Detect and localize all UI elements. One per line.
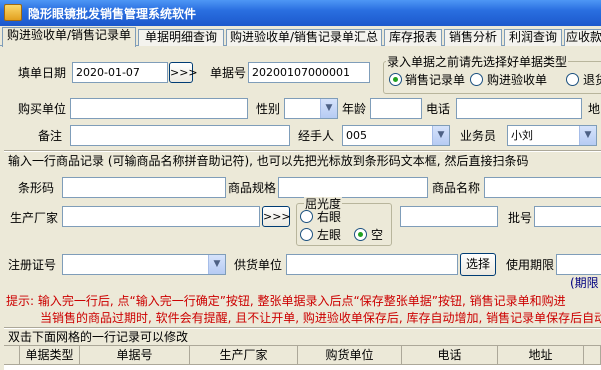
chevron-down-icon[interactable]: ▼: [208, 255, 225, 274]
spec-label: 商品规格: [228, 181, 277, 195]
chevron-down-icon[interactable]: ▼: [579, 126, 596, 145]
date-picker-button[interactable]: >>>: [169, 62, 198, 83]
radio-purchase-receipt[interactable]: [470, 73, 483, 86]
tab-purchase-sales-record[interactable]: 购进验收单/销售记录单: [2, 27, 136, 47]
docno-field[interactable]: 20200107000001: [248, 62, 370, 83]
buyer-field[interactable]: [70, 98, 248, 119]
age-label: 年龄: [342, 102, 367, 116]
phone-label: 电话: [426, 102, 451, 116]
expiry-field[interactable]: [556, 254, 601, 275]
handler-select[interactable]: 005 ▼: [342, 125, 450, 146]
grid-col-phone[interactable]: 电话: [402, 346, 498, 365]
radio-sales-record[interactable]: [389, 73, 402, 86]
chevron-down-icon[interactable]: ▼: [432, 126, 449, 145]
grid-col-extra[interactable]: [584, 346, 601, 365]
barcode-field[interactable]: [62, 177, 226, 198]
tip-line-2: 当销售的商品过期时, 软件会有提醒, 且不让开单, 购进验收单保存后, 库存自动…: [40, 311, 601, 325]
regno-label: 注册证号: [8, 258, 57, 272]
address-label: 地: [588, 102, 601, 116]
gender-label: 性别: [256, 102, 281, 116]
maker-picker-button[interactable]: >>>: [262, 206, 291, 227]
supplier-label: 供货单位: [234, 258, 283, 272]
spec-field[interactable]: [278, 177, 428, 198]
radio-purchase-receipt-label: 购进验收单: [487, 73, 548, 87]
phone-field[interactable]: [456, 98, 582, 119]
salesman-select-value: 小刘: [511, 129, 533, 142]
supplier-field[interactable]: [286, 254, 458, 275]
window-title: 隐形眼镜批发销售管理系统软件: [28, 7, 197, 21]
salesman-select[interactable]: 小刘 ▼: [507, 125, 597, 146]
buyer-label: 购买单位: [18, 102, 67, 116]
docno-label: 单据号: [210, 66, 247, 80]
diopter-field[interactable]: [400, 206, 498, 227]
tab-strip: 购进验收单/销售记录单 单据明细查询 购进验收单/销售记录单汇总 库存报表 销售…: [0, 26, 601, 47]
maker-field[interactable]: [62, 206, 260, 227]
grid-divider: [4, 327, 601, 329]
radio-return-label: 退货: [583, 73, 601, 87]
grid-col-docno[interactable]: 单据号: [80, 346, 190, 365]
grid-col-maker[interactable]: 生产厂家: [190, 346, 298, 365]
remark-label: 备注: [38, 129, 63, 143]
handler-label: 经手人: [298, 129, 335, 143]
tab-inventory-report[interactable]: 库存报表: [384, 29, 442, 46]
barcode-label: 条形码: [18, 181, 55, 195]
tab-document-detail-query[interactable]: 单据明细查询: [138, 29, 224, 46]
grid-caption: 双击下面网格的一行记录可以修改: [8, 330, 189, 344]
tab-profit-query[interactable]: 利润查询: [504, 29, 562, 46]
radio-right-eye-label: 右眼: [317, 210, 342, 224]
batch-field[interactable]: [534, 206, 601, 227]
radio-right-eye[interactable]: [300, 210, 313, 223]
grid-col-doctype[interactable]: 单据类型: [20, 346, 80, 365]
radio-none[interactable]: [354, 228, 367, 241]
grid-col-address[interactable]: 地址: [498, 346, 584, 365]
tab-receivables[interactable]: 应收款: [564, 29, 601, 46]
radio-return[interactable]: [566, 73, 579, 86]
product-name-label: 商品名称: [432, 181, 481, 195]
app-icon: [4, 4, 22, 21]
tip-line-1: 提示: 输入完一行后, 点“输入完一行确定”按钮, 整张单据录入后点“保存整张单…: [6, 294, 566, 308]
doctype-legend: 录入单据之前请先选择好单据类型: [386, 55, 569, 69]
select-supplier-button[interactable]: 选择: [460, 253, 496, 276]
regno-select[interactable]: ▼: [62, 254, 226, 275]
radio-none-label: 空: [371, 228, 384, 242]
gender-select[interactable]: ▼: [284, 98, 338, 119]
salesman-label: 业务员: [460, 129, 497, 143]
expiry-hint: (期限: [570, 276, 599, 290]
radio-sales-record-label: 销售记录单: [405, 73, 466, 87]
maker-label: 生产厂家: [10, 211, 59, 225]
age-field[interactable]: [370, 98, 422, 119]
handler-select-value: 005: [346, 129, 367, 142]
section-divider: [4, 150, 601, 152]
grid-col-buyer[interactable]: 购货单位: [298, 346, 402, 365]
radio-left-eye-label: 左眼: [317, 228, 342, 242]
diopter-legend: 屈光度: [304, 197, 343, 211]
date-field[interactable]: 2020-01-07: [72, 62, 168, 83]
item-section-heading: 输入一行商品记录 (可输商品名称拼音助记符), 也可以先把光标放到条形码文本框,…: [8, 154, 529, 168]
tab-sales-analysis[interactable]: 销售分析: [444, 29, 502, 46]
title-bar: 隐形眼镜批发销售管理系统软件: [0, 0, 601, 26]
grid-row-header: [4, 346, 20, 365]
remark-field[interactable]: [70, 125, 290, 146]
batch-label: 批号: [508, 211, 533, 225]
chevron-down-icon[interactable]: ▼: [320, 99, 337, 118]
tab-record-summary[interactable]: 购进验收单/销售记录单汇总: [226, 29, 382, 46]
date-label: 填单日期: [18, 66, 67, 80]
radio-left-eye[interactable]: [300, 228, 313, 241]
expiry-label: 使用期限: [506, 258, 555, 272]
product-name-field[interactable]: [484, 177, 601, 198]
